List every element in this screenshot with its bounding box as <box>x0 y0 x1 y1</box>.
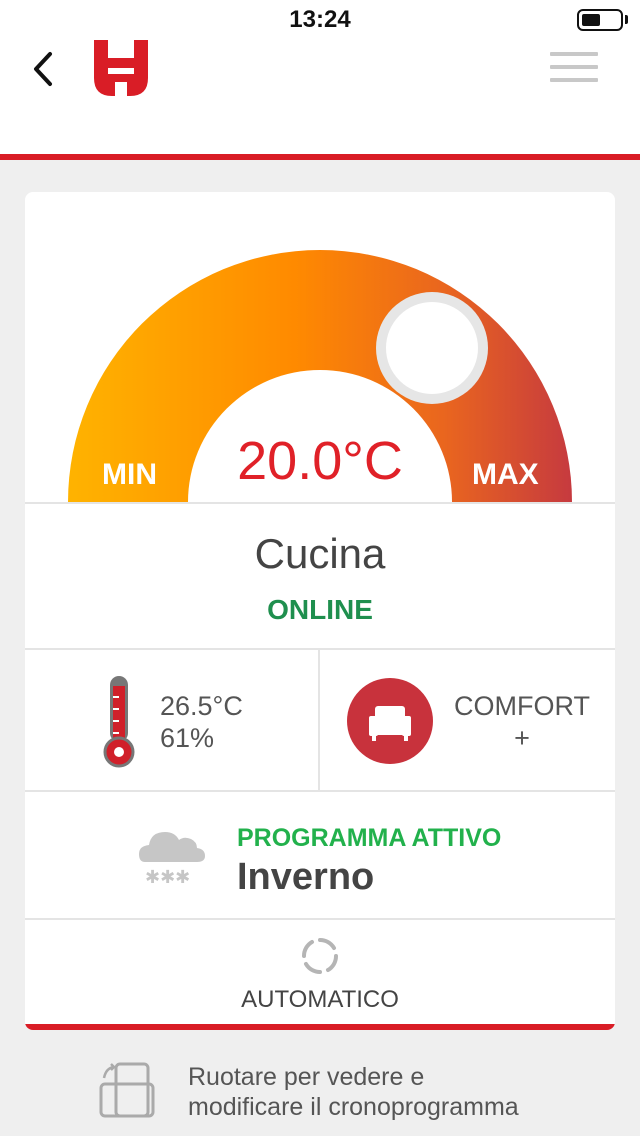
room-humidity: 61% <box>160 723 215 753</box>
rotate-device-icon <box>98 1062 158 1120</box>
room-temperature: 26.5°C <box>160 691 243 721</box>
rotate-hint: Ruotare per vedere e modificare il crono… <box>188 1062 519 1122</box>
brand-logo <box>90 38 152 100</box>
mode-modifier: + <box>514 723 530 753</box>
battery-nub <box>625 15 628 24</box>
rotate-hint-line2: modificare il cronoprogramma <box>188 1093 519 1121</box>
divider <box>25 918 615 920</box>
hamburger-icon <box>550 52 598 56</box>
wurth-logo-icon <box>94 40 148 96</box>
rotate-hint-line1: Ruotare per vedere e <box>188 1063 425 1091</box>
divider <box>25 790 615 792</box>
back-button[interactable] <box>28 46 62 92</box>
status-bar: 13:24 <box>0 0 640 40</box>
card-accent-line <box>25 1024 615 1030</box>
temperature-gauge[interactable]: MIN MAX 20.0°C <box>25 192 615 502</box>
thermostat-card: MIN MAX 20.0°C Cucina ONLINE 26.5°C 61% <box>25 192 615 1030</box>
setpoint-temperature: 20.0°C <box>237 431 403 491</box>
program-name[interactable]: Inverno <box>237 856 374 899</box>
program-label: PROGRAMMA ATTIVO <box>237 824 502 852</box>
divider <box>318 650 320 790</box>
battery-icon <box>577 9 623 31</box>
divider <box>25 648 615 650</box>
snow-cloud-icon: ✱✱✱ <box>137 820 207 888</box>
min-label: MIN <box>102 458 157 491</box>
comfort-mode-button[interactable] <box>347 678 433 764</box>
nav-accent-line <box>0 154 640 160</box>
operation-mode-label[interactable]: AUTOMATICO <box>25 986 615 1014</box>
mode-label: COMFORT + <box>445 690 599 754</box>
svg-text:✱✱✱: ✱✱✱ <box>145 867 190 888</box>
room-name: Cucina <box>254 530 386 577</box>
menu-button[interactable] <box>550 52 600 86</box>
armchair-icon <box>369 706 411 741</box>
chevron-left-icon <box>34 52 52 86</box>
max-label: MAX <box>472 458 539 491</box>
thermometer-icon <box>99 674 143 768</box>
divider <box>25 502 615 504</box>
mode-name: COMFORT <box>454 691 590 721</box>
sensor-reading: 26.5°C 61% <box>160 690 243 754</box>
room-status: ONLINE <box>267 594 373 625</box>
refresh-icon[interactable] <box>300 936 340 976</box>
status-time: 13:24 <box>289 6 351 33</box>
